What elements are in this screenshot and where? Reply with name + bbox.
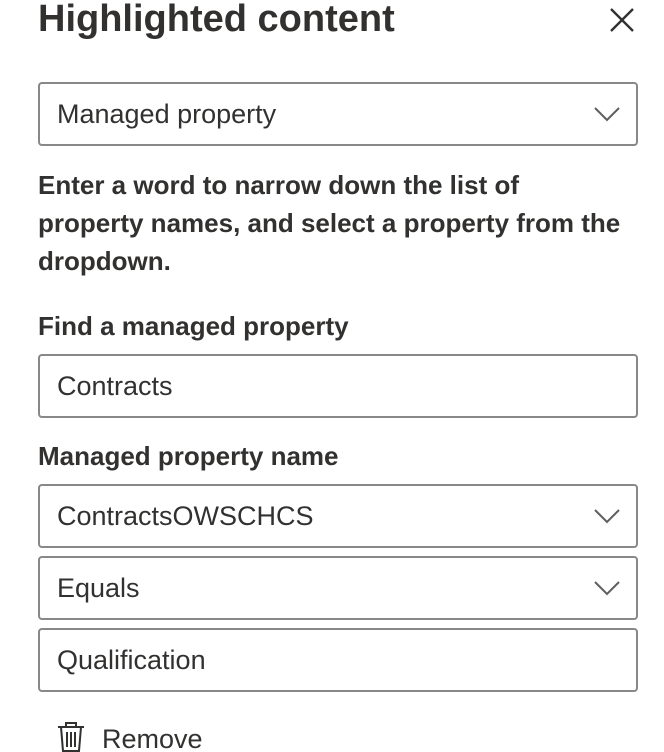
- find-property-input[interactable]: Contracts: [38, 354, 638, 418]
- filter-value-input[interactable]: Qualification: [38, 628, 638, 692]
- find-property-value: Contracts: [57, 370, 173, 401]
- trash-icon: [56, 720, 86, 752]
- close-icon: [608, 6, 636, 39]
- property-name-dropdown[interactable]: ContractsOWSCHCS: [38, 484, 638, 548]
- property-name-label: Managed property name: [38, 441, 339, 471]
- chevron-down-icon: [594, 508, 620, 524]
- chevron-down-icon: [594, 580, 620, 596]
- remove-label: Remove: [102, 724, 203, 752]
- help-text: Enter a word to narrow down the list of …: [38, 170, 621, 276]
- source-dropdown-value: Managed property: [57, 98, 277, 129]
- operator-dropdown[interactable]: Equals: [38, 556, 638, 620]
- find-property-label: Find a managed property: [38, 311, 349, 341]
- panel-title: Highlighted content: [38, 0, 395, 40]
- source-dropdown[interactable]: Managed property: [38, 82, 638, 146]
- remove-button[interactable]: Remove: [56, 720, 203, 752]
- highlighted-content-panel: Highlighted content Managed property Ent…: [0, 0, 664, 752]
- property-name-value: ContractsOWSCHCS: [57, 500, 314, 531]
- close-button[interactable]: [602, 2, 642, 42]
- operator-dropdown-value: Equals: [57, 572, 140, 603]
- chevron-down-icon: [594, 106, 620, 122]
- filter-value: Qualification: [57, 644, 206, 675]
